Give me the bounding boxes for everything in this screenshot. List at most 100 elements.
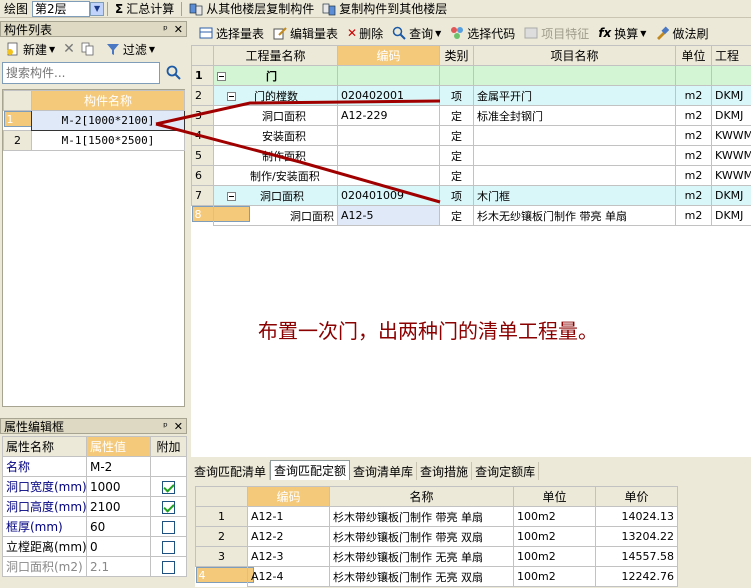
component-row[interactable]: 2 M-1[1500*2500] [3,130,185,151]
top-toolbar: 绘图 第2层 ▼ Σ 汇总计算 从其他楼层复制构件 复制构件到其他楼层 [0,0,751,18]
formula-icon: fx [598,26,612,40]
item-name-cell[interactable]: 标准全封钢门 [473,105,676,126]
prop-extra [150,556,187,577]
expression-cell[interactable]: DKMJ [711,185,751,206]
select-table-button[interactable]: 选择量表 [197,24,266,42]
item-name-cell[interactable] [473,145,676,166]
expression-cell[interactable] [711,65,751,86]
prop-value[interactable]: M-2 [86,456,151,477]
prop-value[interactable]: 2100 [86,496,151,517]
item-name-cell[interactable]: 杉木无纱镶板门制作 带亮 单扇 [473,205,676,226]
code-cell[interactable]: A12-3 [247,546,330,567]
pin-icon[interactable]: ᵖ [163,23,168,36]
checkbox-checked[interactable] [162,500,175,514]
table-row[interactable]: 3 洞口面积 A12-229 定 标准全封钢门 m2 DKMJ [191,105,751,126]
delete-icon[interactable]: ✕ [63,41,75,57]
expression-cell[interactable]: KWWMJ [711,145,751,166]
copy-from-floor-button[interactable]: 从其他楼层复制构件 [185,0,318,17]
select-table-label: 选择量表 [216,26,265,41]
new-button[interactable]: 新建 ▼ [4,40,57,58]
component-name[interactable]: M-1[1500*2500] [31,130,185,151]
column-header-name: 构件名称 [31,90,185,111]
close-icon[interactable]: ✕ [174,23,183,36]
separator [181,1,183,16]
expression-cell[interactable]: DKMJ [711,205,751,226]
expression-cell[interactable]: KWWMJ [711,165,751,186]
tab-quota-library[interactable]: 查询定额库 [472,462,540,480]
item-name-cell[interactable] [473,65,676,86]
table-row[interactable]: 2 门的樘数 020402001 项 金属平开门 m2 DKMJ [191,85,751,106]
name-cell[interactable]: 杉木带纱镶板门制作 带亮 双扇 [329,526,514,547]
component-row[interactable]: 1 M-2[1000*2100] [3,110,185,131]
checkbox-checked[interactable] [162,480,175,494]
item-name-cell[interactable]: 木门框 [473,185,676,206]
tab-list-library[interactable]: 查询清单库 [350,462,418,480]
quantity-name: 制作/安装面积 [213,165,338,186]
code-cell[interactable]: A12-4 [247,566,330,587]
tab-match-quota[interactable]: 查询匹配定额 [270,460,351,480]
collapse-icon[interactable] [217,72,226,81]
prop-value[interactable]: 0 [86,536,151,557]
practice-brush-button[interactable]: 做法刷 [653,24,710,42]
item-feature-button[interactable]: 项目特征 [522,24,591,42]
tab-measures[interactable]: 查询措施 [417,462,473,480]
code-cell[interactable]: A12-229 [337,105,440,126]
prop-value[interactable]: 1000 [86,476,151,497]
code-cell[interactable] [337,145,440,166]
item-name-cell[interactable] [473,165,676,186]
code-cell[interactable] [337,165,440,186]
delete-button[interactable]: ✕ 删除 [345,24,385,42]
pin-icon[interactable]: ᵖ [163,420,168,433]
convert-button[interactable]: fx 换算 ▼ [596,24,648,42]
expression-cell[interactable]: DKMJ [711,105,751,126]
table-row[interactable]: 1 A12-1 杉木带纱镶板门制作 带亮 单扇 100m2 14024.13 [195,506,678,527]
copy-to-floor-button[interactable]: 复制构件到其他楼层 [318,0,451,17]
summary-calc-button[interactable]: Σ 汇总计算 [111,0,178,17]
filter-button[interactable]: 过滤 ▼ [104,40,157,58]
search-input[interactable] [2,62,160,84]
name-cell[interactable]: 杉木带纱镶板门制作 无亮 单扇 [329,546,514,567]
chevron-down-icon: ▼ [435,28,442,38]
collapse-icon[interactable] [227,92,236,101]
code-cell[interactable]: 020401009 [337,185,440,206]
name-cell[interactable]: 杉木带纱镶板门制作 带亮 单扇 [329,506,514,527]
table-row[interactable]: 8 洞口面积 A12-5 定 杉木无纱镶板门制作 带亮 单扇 m2 DKMJ [191,205,751,226]
checkbox[interactable] [162,540,175,554]
item-name-cell[interactable]: 金属平开门 [473,85,676,106]
select-code-button[interactable]: 选择代码 [448,24,517,42]
close-icon[interactable]: ✕ [174,420,183,433]
draw-label[interactable]: 绘图 [0,0,32,17]
item-name-cell[interactable] [473,125,676,146]
floor-select[interactable]: 第2层 [32,0,91,17]
code-cell[interactable]: 020402001 [337,85,440,106]
expression-cell[interactable]: KWWMJ [711,125,751,146]
prop-value[interactable]: 60 [86,516,151,537]
checkbox[interactable] [162,560,175,574]
code-cell[interactable]: A12-5 [337,205,440,226]
table-row[interactable]: 5 制作面积 定 m2 KWWMJ [191,145,751,166]
checkbox[interactable] [162,520,175,534]
tab-match-list[interactable]: 查询匹配清单 [191,462,271,480]
copy-icon[interactable] [81,42,95,56]
expression-cell[interactable]: DKMJ [711,85,751,106]
table-row[interactable]: 7 洞口面积 020401009 项 木门框 m2 DKMJ [191,185,751,206]
table-row[interactable]: 4 A12-4 杉木带纱镶板门制作 无亮 双扇 100m2 12242.76 [195,566,678,587]
component-name[interactable]: M-2[1000*2100] [31,110,185,131]
header-code: 编码 [247,486,330,507]
table-row[interactable]: 4 安装面积 定 m2 KWWMJ [191,125,751,146]
name-cell[interactable]: 杉木带纱镶板门制作 无亮 双扇 [329,566,514,587]
chevron-down-icon[interactable]: ▼ [90,1,105,16]
code-cell[interactable]: A12-1 [247,506,330,527]
table-row[interactable]: 6 制作/安装面积 定 m2 KWWMJ [191,165,751,186]
table-row[interactable]: 2 A12-2 杉木带纱镶板门制作 带亮 双扇 100m2 13204.22 [195,526,678,547]
query-button[interactable]: 查询 ▼ [390,24,443,42]
table-row[interactable]: 1 门 [191,65,751,86]
code-cell[interactable] [337,125,440,146]
code-cell[interactable] [337,65,440,86]
collapse-icon[interactable] [227,192,236,201]
header-item-name: 项目名称 [473,45,676,66]
search-icon[interactable] [166,65,182,81]
edit-table-button[interactable]: 编辑量表 [271,24,340,42]
table-row[interactable]: 3 A12-3 杉木带纱镶板门制作 无亮 单扇 100m2 14557.58 [195,546,678,567]
code-cell[interactable]: A12-2 [247,526,330,547]
